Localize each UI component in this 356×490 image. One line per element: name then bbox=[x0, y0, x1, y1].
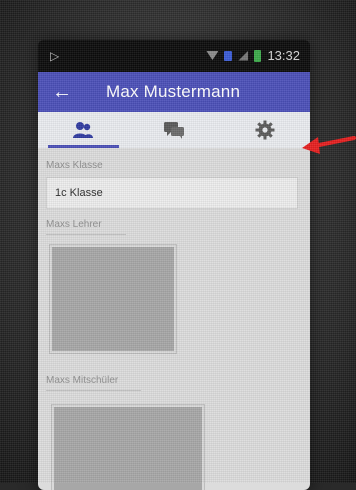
arrow-back-icon[interactable]: ← bbox=[52, 81, 78, 104]
red-arrow-annotation bbox=[302, 136, 356, 154]
app-title: Max Mustermann bbox=[106, 82, 241, 101]
status-icons: 13:32 bbox=[206, 48, 300, 63]
class-label: Maxs Klasse bbox=[46, 160, 103, 171]
status-time: 13:32 bbox=[267, 48, 300, 63]
teacher-label: Maxs Lehrer bbox=[46, 219, 126, 235]
teacher-image-placeholder[interactable] bbox=[50, 245, 176, 353]
status-bar: ▷ 13:32 bbox=[38, 40, 310, 72]
tab-people[interactable] bbox=[38, 112, 129, 148]
play-triangle-icon: ▷ bbox=[50, 49, 60, 63]
classmates-label: Maxs Mitschüler bbox=[46, 375, 141, 391]
gear-icon bbox=[255, 120, 275, 140]
battery-icon bbox=[254, 49, 262, 62]
chat-bubbles-icon bbox=[164, 122, 184, 139]
class-value: 1c Klasse bbox=[55, 187, 103, 199]
tab-bar bbox=[38, 112, 310, 149]
class-value-field[interactable]: 1c Klasse bbox=[46, 177, 298, 209]
notification-badge-icon bbox=[224, 50, 233, 61]
profile-content: Maxs Klasse 1c Klasse Maxs Lehrer Maxs M… bbox=[38, 148, 310, 490]
tab-settings[interactable] bbox=[219, 112, 310, 148]
tab-chat[interactable] bbox=[129, 112, 220, 148]
app-bar: ← Max Mustermann bbox=[38, 72, 310, 112]
signal-icon bbox=[238, 50, 249, 61]
phone-screen: ▷ 13:32 ← Max Mustermann Maxs Klasse 1c … bbox=[38, 40, 310, 490]
people-icon bbox=[73, 122, 94, 138]
wifi-icon bbox=[206, 51, 219, 60]
classmate-image-placeholder[interactable] bbox=[52, 405, 204, 490]
